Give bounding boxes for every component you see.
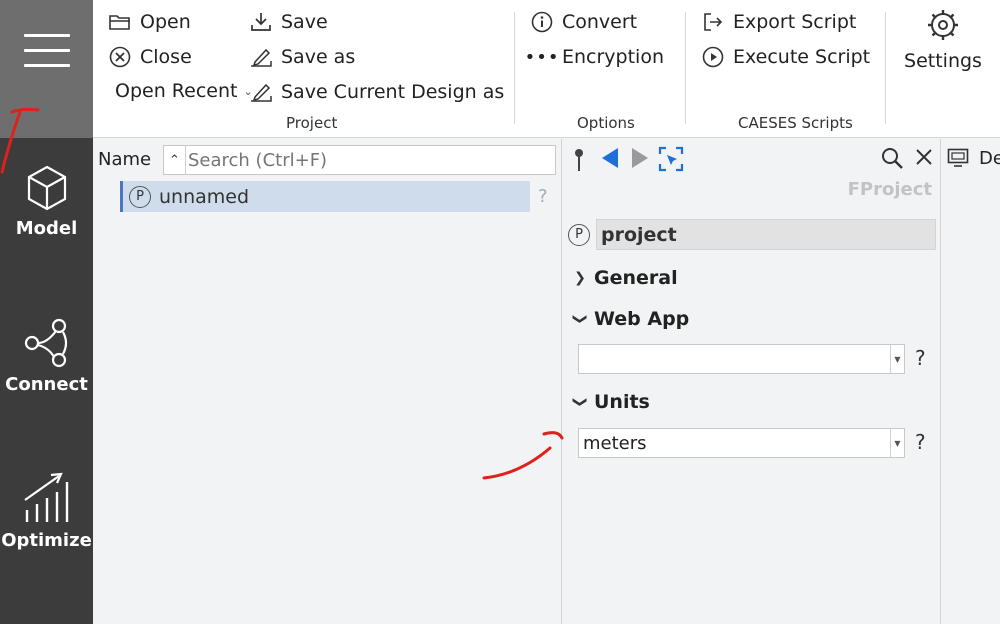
dock-tab-label[interactable]: De	[979, 148, 1000, 169]
forward-arrow-icon[interactable]	[630, 146, 650, 170]
export-script-button[interactable]: Export Script	[701, 10, 856, 34]
dropdown-arrow-icon: ▼	[890, 429, 904, 457]
monitor-icon	[947, 148, 969, 167]
export-icon	[701, 10, 725, 34]
export-script-label: Export Script	[733, 11, 857, 33]
tree-row[interactable]: P unnamed	[120, 181, 530, 212]
help-icon[interactable]: ?	[538, 186, 548, 207]
ribbon-divider	[885, 12, 886, 124]
sidebar-item-label: Optimize	[1, 530, 92, 551]
chevron-down-icon: ❯	[572, 313, 588, 325]
section-label: Web App	[594, 308, 690, 330]
hamburger-menu-button[interactable]	[0, 0, 93, 138]
close-label: Close	[140, 46, 192, 68]
group-label-scripts: CAESES Scripts	[738, 114, 853, 132]
save-button[interactable]: Save	[249, 10, 328, 34]
select-target-icon[interactable]	[658, 146, 684, 172]
gear-icon	[928, 10, 958, 40]
project-name-field[interactable]: project	[596, 219, 936, 250]
search-icon[interactable]	[880, 146, 904, 170]
search-input[interactable]	[186, 149, 546, 171]
dots-icon: •••	[524, 46, 560, 68]
info-icon	[530, 10, 554, 34]
section-web-app[interactable]: ❯ Web App	[570, 308, 689, 330]
project-name-row: P project	[568, 219, 936, 250]
open-recent-label: Open Recent	[115, 80, 238, 102]
open-recent-dropdown[interactable]: Open Recent ⌄	[115, 80, 253, 102]
chevron-down-icon: ❯	[572, 396, 588, 408]
pen-edit-icon	[249, 45, 273, 69]
units-value: meters	[583, 432, 647, 454]
section-label: General	[594, 267, 678, 289]
folder-icon	[108, 10, 132, 34]
web-app-select[interactable]: ▼	[578, 344, 905, 374]
sidebar-item-label: Model	[15, 218, 78, 239]
optimize-chart-icon	[23, 472, 68, 522]
cube-icon	[27, 165, 66, 211]
save-download-icon	[249, 10, 273, 34]
project-badge-icon: P	[568, 223, 590, 246]
group-label-options: Options	[577, 114, 635, 132]
convert-button[interactable]: Convert	[530, 10, 637, 34]
open-button[interactable]: Open	[108, 10, 191, 34]
sort-ascending-icon[interactable]: ⌃	[164, 146, 186, 174]
play-circle-icon	[701, 45, 725, 69]
object-type-label: FProject	[847, 179, 932, 200]
help-icon[interactable]: ?	[915, 346, 926, 370]
units-select[interactable]: meters ▼	[578, 428, 905, 458]
object-tree-pane: Name ⌃ P unnamed ?	[93, 139, 561, 624]
close-circle-icon	[108, 45, 132, 69]
pen-edit-icon	[249, 80, 273, 104]
sidebar-item-connect[interactable]: Connect	[0, 318, 93, 428]
settings-label: Settings	[904, 50, 982, 72]
close-icon[interactable]	[915, 148, 933, 166]
pin-icon[interactable]	[572, 147, 586, 173]
execute-script-button[interactable]: Execute Script	[701, 45, 870, 69]
tree-row-label: unnamed	[159, 185, 250, 208]
dropdown-arrow-icon: ▼	[890, 345, 904, 373]
ribbon-divider	[685, 12, 686, 124]
save-label: Save	[281, 11, 328, 33]
save-as-button[interactable]: Save as	[249, 45, 355, 69]
encryption-label: Encryption	[562, 46, 665, 68]
close-button[interactable]: Close	[108, 45, 192, 69]
main-sidebar: Model Connect Optimize	[0, 0, 93, 624]
right-dock-pane: De	[941, 139, 1000, 624]
ribbon-divider	[514, 12, 515, 124]
open-label: Open	[140, 11, 191, 33]
back-arrow-icon[interactable]	[600, 146, 620, 170]
save-current-label: Save Current Design as	[281, 81, 505, 103]
sidebar-item-label: Connect	[5, 374, 88, 395]
encryption-button[interactable]: ••• Encryption	[524, 45, 665, 69]
help-icon[interactable]: ?	[915, 430, 926, 454]
ribbon-toolbar: Open Close Open Recent ⌄ Save Save as Sa…	[93, 0, 1000, 138]
tree-search-box: ⌃	[163, 145, 556, 175]
convert-label: Convert	[562, 11, 638, 33]
section-units[interactable]: ❯ Units	[570, 391, 650, 413]
group-label-project: Project	[286, 114, 338, 132]
chevron-right-icon: ❯	[574, 270, 586, 286]
sidebar-item-optimize[interactable]: Optimize	[0, 472, 93, 582]
properties-pane: FProject P project ❯ General ❯ Web App ▼…	[561, 139, 941, 624]
project-badge-icon: P	[129, 185, 151, 208]
connect-icon	[24, 318, 67, 368]
execute-script-label: Execute Script	[733, 46, 871, 68]
name-column-header: Name	[98, 149, 152, 170]
save-current-design-button[interactable]: Save Current Design as	[249, 80, 504, 104]
save-as-label: Save as	[281, 46, 356, 68]
sidebar-item-model[interactable]: Model	[0, 164, 93, 274]
settings-button[interactable]: Settings	[902, 8, 984, 72]
section-label: Units	[594, 391, 650, 413]
section-general[interactable]: ❯ General	[570, 267, 678, 289]
